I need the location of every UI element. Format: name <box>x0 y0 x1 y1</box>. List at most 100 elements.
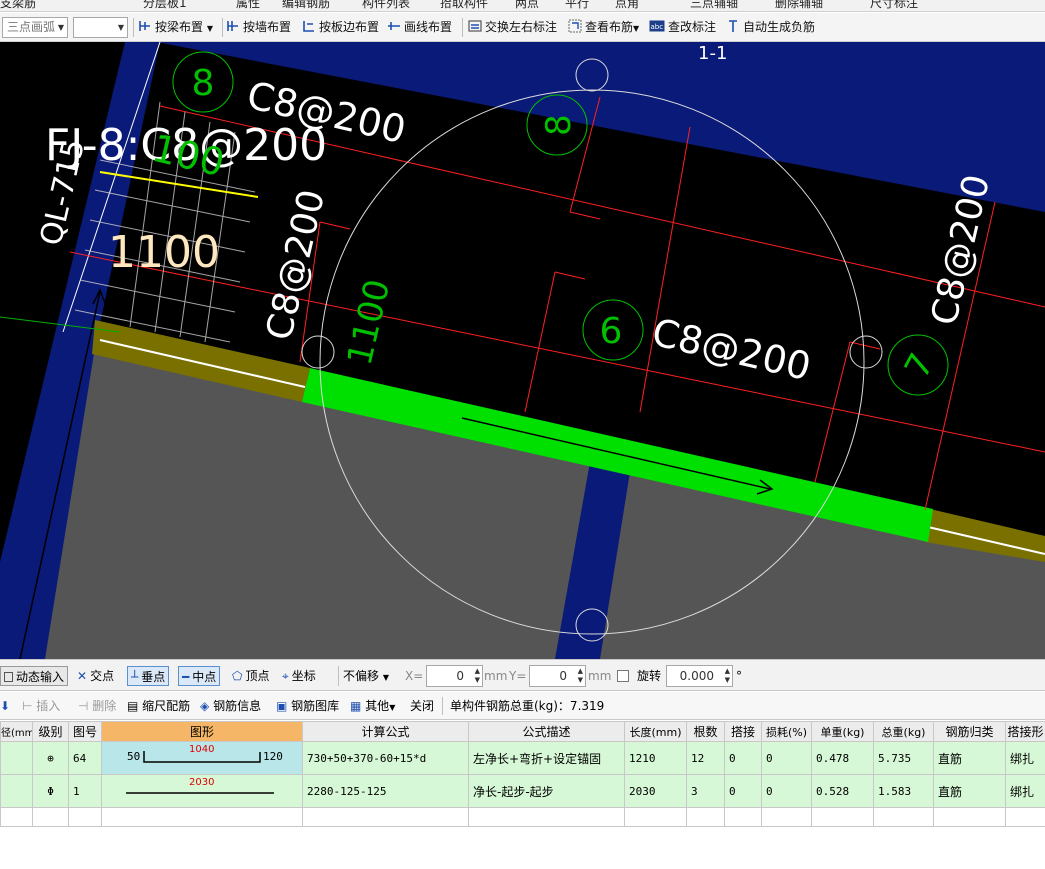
table-row-empty[interactable] <box>0 807 1045 827</box>
empty-cell[interactable] <box>32 807 69 827</box>
cell-formula[interactable]: 730+50+370-60+15*d <box>302 741 469 775</box>
empty-cell[interactable] <box>0 807 33 827</box>
col-header-count[interactable]: 根数 <box>686 721 725 742</box>
scale-rebar-button[interactable]: ▤ 缩尺配筋 <box>127 697 190 715</box>
cell-grade[interactable]: ⊕ <box>32 741 69 775</box>
y-input[interactable]: 0 ▲ ▼ <box>529 665 586 687</box>
top-item-property[interactable]: 属性 <box>236 0 260 11</box>
insert-button[interactable]: ⊢ 插入 <box>22 697 60 715</box>
cell-lap[interactable]: 0 <box>724 774 762 808</box>
swap-label-button[interactable]: 交换左右标注 <box>468 18 557 37</box>
cell-diameter[interactable] <box>0 741 33 775</box>
empty-cell[interactable] <box>68 807 102 827</box>
auto-neg-rebar-button[interactable]: 自动生成负筋 <box>726 18 815 37</box>
cell-length[interactable]: 1210 <box>624 741 687 775</box>
col-header-figure-no[interactable]: 图号 <box>68 721 102 742</box>
cell-count[interactable]: 3 <box>686 774 725 808</box>
cell-figure-no[interactable]: 1 <box>68 774 102 808</box>
delete-button[interactable]: ⊣ 删除 <box>78 697 116 715</box>
empty-cell[interactable] <box>1005 807 1045 827</box>
snap-midpoint-button[interactable]: ━ 中点 <box>178 666 221 686</box>
col-header-formula[interactable]: 计算公式 <box>302 721 469 742</box>
top-item-dimension[interactable]: 尺寸标注 <box>870 0 918 11</box>
empty-cell[interactable] <box>811 807 874 827</box>
x-input[interactable]: 0 ▲ ▼ <box>426 665 483 687</box>
arc-mode-select[interactable]: 三点画弧 ▼ <box>2 17 68 38</box>
grip-left-icon[interactable] <box>301 335 335 369</box>
snap-perp-button[interactable]: ┴ 垂点 <box>127 666 170 686</box>
col-header-grade[interactable]: 级别 <box>32 721 69 742</box>
cell-unit-weight[interactable]: 0.478 <box>811 741 874 775</box>
top-item-three-point-axis[interactable]: 三点辅轴 <box>690 0 738 11</box>
offset-select[interactable]: 不偏移 ▼ <box>338 666 400 686</box>
empty-cell[interactable] <box>933 807 1006 827</box>
cell-lap-type[interactable]: 绑扎 <box>1005 741 1045 775</box>
grip-right-icon[interactable] <box>849 335 883 369</box>
dynamic-input-button[interactable]: 动态输入 <box>0 666 69 686</box>
col-header-shape[interactable]: 图形 <box>101 721 303 742</box>
cell-category[interactable]: 直筋 <box>933 741 1006 775</box>
cell-count[interactable]: 12 <box>686 741 725 775</box>
table-row[interactable]: Φ 1 2030 2280-125-125 净长-起步-起步 2030 3 0 … <box>0 774 1045 808</box>
edit-label-button[interactable]: abc 查改标注 <box>649 18 716 37</box>
rotate-input[interactable]: 0.000 ▲ ▼ <box>666 665 733 687</box>
empty-cell[interactable] <box>686 807 725 827</box>
cell-length[interactable]: 2030 <box>624 774 687 808</box>
slab-edge-layout-button[interactable]: 按板边布置 <box>302 18 379 37</box>
spinner-icon[interactable]: ▲ ▼ <box>578 667 583 685</box>
snap-vertex-button[interactable]: ⬠ 顶点 <box>232 666 269 686</box>
close-button[interactable]: 关闭 <box>410 697 434 715</box>
empty-cell[interactable] <box>302 807 469 827</box>
cell-lap[interactable]: 0 <box>724 741 762 775</box>
empty-cell[interactable] <box>761 807 812 827</box>
top-item-edit-rebar[interactable]: 编辑钢筋 <box>282 0 330 11</box>
cell-shape[interactable]: 2030 <box>101 774 303 808</box>
other-menu-button[interactable]: ▦ 其他▼ <box>350 697 395 715</box>
cell-figure-no[interactable]: 64 <box>68 741 102 775</box>
snap-coord-button[interactable]: ⌖ 坐标 <box>282 666 316 686</box>
cell-unit-weight[interactable]: 0.528 <box>811 774 874 808</box>
spinner-icon[interactable]: ▲ ▼ <box>725 667 730 685</box>
cell-description[interactable]: 左净长+弯折+设定锚固 <box>468 741 625 775</box>
cell-loss[interactable]: 0 <box>761 741 812 775</box>
beam-layout-button[interactable]: 按梁布置 ▼ <box>138 18 213 37</box>
cell-lap-type[interactable]: 绑扎 <box>1005 774 1045 808</box>
canvas-svg[interactable]: 8 8 6 7 C8@200 FJ-8:C8@200 100 QL-715 11… <box>0 42 1045 659</box>
cell-category[interactable]: 直筋 <box>933 774 1006 808</box>
top-item-parallel[interactable]: 平行 <box>565 0 589 11</box>
col-header-lap[interactable]: 搭接 <box>724 721 762 742</box>
wall-layout-button[interactable]: 按墙布置 <box>226 18 291 37</box>
col-header-lap-type[interactable]: 搭接形 <box>1005 721 1045 742</box>
empty-cell[interactable] <box>724 807 762 827</box>
down-arrow-icon[interactable]: ⬇ <box>0 697 10 715</box>
cell-loss[interactable]: 0 <box>761 774 812 808</box>
top-item-point-angle[interactable]: 点角 <box>615 0 639 11</box>
drawing-canvas[interactable]: 8 8 6 7 C8@200 FJ-8:C8@200 100 QL-715 11… <box>0 42 1045 659</box>
col-header-diameter[interactable]: 径(mm) <box>0 721 33 742</box>
col-header-loss[interactable]: 损耗(%) <box>761 721 812 742</box>
col-header-description[interactable]: 公式描述 <box>468 721 625 742</box>
empty-cell[interactable] <box>873 807 934 827</box>
view-rebar-button[interactable]: 查看布筋▼ <box>568 18 639 37</box>
top-item-two-points[interactable]: 两点 <box>515 0 539 11</box>
cell-shape[interactable]: 50 1040 120 <box>101 741 303 775</box>
rebar-library-button[interactable]: ▣ 钢筋图库 <box>276 697 339 715</box>
empty-cell[interactable] <box>101 807 303 827</box>
cell-description[interactable]: 净长-起步-起步 <box>468 774 625 808</box>
empty-cell[interactable] <box>468 807 625 827</box>
table-row[interactable]: ⊕ 64 50 1040 120 730+50+370-60+15*d 左净长+… <box>0 741 1045 775</box>
col-header-total-weight[interactable]: 总重(kg) <box>873 721 934 742</box>
col-header-length[interactable]: 长度(mm) <box>624 721 687 742</box>
empty-cell[interactable] <box>624 807 687 827</box>
top-item-delete-axis[interactable]: 删除辅轴 <box>775 0 823 11</box>
cell-grade[interactable]: Φ <box>32 774 69 808</box>
rebar-info-button[interactable]: ◈ 钢筋信息 <box>200 697 261 715</box>
top-item-component-list[interactable]: 构件列表 <box>362 0 410 11</box>
rotate-checkbox[interactable] <box>617 670 629 682</box>
cell-total-weight[interactable]: 5.735 <box>873 741 934 775</box>
cell-diameter[interactable] <box>0 774 33 808</box>
snap-intersect-button[interactable]: ✕ 交点 <box>77 666 114 686</box>
col-header-category[interactable]: 钢筋归类 <box>933 721 1006 742</box>
spinner-icon[interactable]: ▲ ▼ <box>475 667 480 685</box>
line-layout-button[interactable]: 画线布置 <box>387 18 452 37</box>
